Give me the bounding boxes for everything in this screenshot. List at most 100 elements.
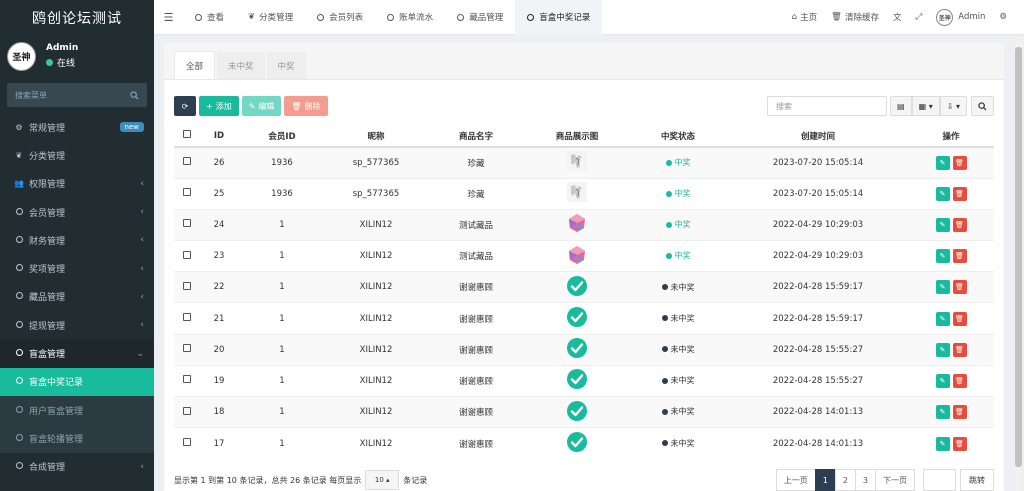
col-goods-image[interactable]: 商品展示图 bbox=[526, 125, 628, 148]
sidebar-item-11[interactable]: 盲盒轮播管理 bbox=[0, 424, 154, 453]
row-checkbox[interactable] bbox=[183, 281, 191, 290]
delete-row-button[interactable]: 🗑 bbox=[952, 280, 967, 295]
table-view-icon[interactable]: ▤ bbox=[890, 96, 912, 116]
row-checkbox[interactable] bbox=[183, 250, 191, 259]
settings-icon[interactable]: ⚙ bbox=[992, 12, 1014, 22]
delete-row-button[interactable]: 🗑 bbox=[952, 405, 967, 420]
check-circle-icon[interactable] bbox=[567, 369, 587, 392]
edit-row-button[interactable]: ✎ bbox=[935, 405, 950, 420]
search-input[interactable]: 搜索 bbox=[767, 96, 888, 116]
export-icon[interactable]: ⇩ ▾ bbox=[939, 96, 967, 116]
edit-row-button[interactable]: ✎ bbox=[935, 311, 950, 326]
check-circle-icon[interactable] bbox=[567, 400, 587, 424]
page-button-2[interactable]: 2 bbox=[834, 469, 856, 491]
row-checkbox[interactable] bbox=[183, 188, 191, 197]
sidebar-item-9[interactable]: 盲盒中奖记录 bbox=[0, 367, 154, 396]
sidebar-item-6[interactable]: 藏品管理 ‹ bbox=[0, 283, 154, 311]
refresh-button[interactable]: ⟳ bbox=[174, 96, 196, 116]
row-checkbox[interactable] bbox=[183, 375, 191, 384]
app-logo[interactable]: 鸥创论坛测试 bbox=[0, 0, 154, 35]
nav-tab-2[interactable]: 会员列表 bbox=[305, 0, 375, 35]
delete-row-button[interactable]: 🗑 bbox=[952, 311, 967, 326]
delete-row-button[interactable]: 🗑 bbox=[952, 342, 967, 357]
check-circle-icon[interactable] bbox=[567, 307, 587, 330]
fullscreen-icon[interactable]: ⤢ bbox=[908, 12, 929, 22]
edit-row-button[interactable]: ✎ bbox=[935, 186, 950, 201]
goods-thumbnail[interactable] bbox=[567, 213, 587, 236]
select-all-checkbox[interactable] bbox=[183, 130, 191, 138]
jump-button[interactable]: 跳转 bbox=[960, 469, 994, 491]
nav-tab-5[interactable]: 盲盒中奖记录 bbox=[515, 0, 603, 35]
delete-row-button[interactable]: 🗑 bbox=[952, 436, 967, 451]
menu-toggle-icon[interactable]: ☰ bbox=[154, 11, 183, 24]
sidebar-item-10[interactable]: 用户盲盒管理 bbox=[0, 395, 154, 425]
clear-cache-button[interactable]: 🗑 清除缓存 bbox=[824, 11, 886, 23]
delete-button[interactable]: 🗑 删除 bbox=[284, 96, 328, 116]
user-menu[interactable]: 圣神 Admin bbox=[929, 8, 992, 26]
col-goods-name[interactable]: 商品名字 bbox=[426, 125, 526, 148]
edit-row-button[interactable]: ✎ bbox=[935, 373, 950, 388]
row-checkbox[interactable] bbox=[183, 406, 191, 415]
tab-all[interactable]: 全部 bbox=[174, 51, 216, 79]
goods-thumbnail[interactable] bbox=[567, 151, 587, 174]
edit-row-button[interactable]: ✎ bbox=[935, 217, 950, 232]
tab-won[interactable]: 中奖 bbox=[266, 52, 306, 79]
page-button-3[interactable]: 3 bbox=[854, 469, 876, 491]
edit-row-button[interactable]: ✎ bbox=[935, 155, 950, 170]
edit-row-button[interactable]: ✎ bbox=[935, 436, 950, 451]
edit-row-button[interactable]: ✎ bbox=[935, 280, 950, 295]
nav-tab-0[interactable]: 查看 bbox=[183, 0, 236, 35]
sidebar-item-1[interactable]: ❦ 分类管理 bbox=[0, 141, 154, 169]
edit-row-button[interactable]: ✎ bbox=[935, 342, 950, 357]
sidebar-item-0[interactable]: ⚙ 常规管理 new bbox=[0, 113, 154, 141]
delete-row-button[interactable]: 🗑 bbox=[952, 217, 967, 232]
col-created[interactable]: 创建时间 bbox=[728, 125, 908, 148]
prev-page-button[interactable]: 上一页 bbox=[775, 469, 816, 491]
row-checkbox[interactable] bbox=[183, 219, 191, 228]
col-id[interactable]: ID bbox=[200, 125, 238, 148]
sidebar-item-8[interactable]: 盲盒管理 ⌄ bbox=[0, 339, 154, 368]
row-checkbox[interactable] bbox=[183, 313, 191, 322]
table-row[interactable]: 22 1 XILIN12 谢谢惠顾 未中奖 2022-04-28 15:59:17 ✎ 🗑 bbox=[174, 271, 994, 303]
sidebar-item-4[interactable]: 财务管理 ‹ bbox=[0, 226, 154, 254]
table-row[interactable]: 17 1 XILIN12 谢谢惠顾 未中奖 2022-04-28 14:01:13 ✎ 🗑 bbox=[174, 427, 994, 459]
sidebar-item-2[interactable]: 👥 权限管理 ‹ bbox=[0, 170, 154, 198]
sidebar-item-3[interactable]: 会员管理 ‹ bbox=[0, 198, 154, 226]
language-icon[interactable]: 文 bbox=[886, 11, 909, 23]
sidebar-item-12[interactable]: 合成管理 ‹ bbox=[0, 453, 154, 481]
row-checkbox[interactable] bbox=[183, 438, 191, 447]
check-circle-icon[interactable] bbox=[567, 338, 587, 361]
add-button[interactable]: + 添加 bbox=[199, 96, 239, 116]
next-page-button[interactable]: 下一页 bbox=[875, 469, 915, 491]
table-row[interactable]: 25 1936 sp_577365 珍藏 中奖 2023-07-20 15:05:14 ✎ 🗑 bbox=[174, 177, 994, 210]
check-circle-icon[interactable] bbox=[567, 275, 587, 299]
nav-tab-3[interactable]: 账单流水 bbox=[375, 0, 445, 35]
search-icon[interactable] bbox=[130, 90, 139, 100]
jump-page-input[interactable] bbox=[923, 469, 956, 491]
page-size-select[interactable]: 10 ▴ bbox=[365, 470, 400, 490]
table-row[interactable]: 19 1 XILIN12 谢谢惠顾 未中奖 2022-04-28 15:55:27 ✎ 🗑 bbox=[174, 364, 994, 397]
table-row[interactable]: 23 1 XILIN12 测试藏品 中奖 2022-04-29 10:29:03 ✎ 🗑 bbox=[174, 240, 994, 272]
columns-icon[interactable]: ▦ ▾ bbox=[911, 96, 940, 116]
col-member-id[interactable]: 会员ID bbox=[238, 125, 326, 148]
row-checkbox[interactable] bbox=[183, 344, 191, 353]
check-circle-icon[interactable] bbox=[567, 432, 587, 455]
delete-row-button[interactable]: 🗑 bbox=[952, 155, 967, 170]
col-status[interactable]: 中奖状态 bbox=[628, 125, 728, 148]
table-row[interactable]: 26 1936 sp_577365 珍藏 中奖 2023-07-20 15:05:14 ✎ 🗑 bbox=[174, 146, 994, 179]
goods-thumbnail[interactable] bbox=[567, 182, 587, 205]
table-row[interactable]: 18 1 XILIN12 谢谢惠顾 未中奖 2022-04-28 14:01:13 ✎ 🗑 bbox=[174, 395, 994, 428]
sidebar-search-input[interactable]: 搜索菜单 bbox=[7, 83, 147, 107]
nav-tab-4[interactable]: 藏品管理 bbox=[445, 0, 515, 35]
scrollbar-thumb[interactable] bbox=[1015, 47, 1022, 467]
sidebar-item-5[interactable]: 奖项管理 ‹ bbox=[0, 254, 154, 282]
tab-not-won[interactable]: 未中奖 bbox=[217, 52, 265, 79]
table-row[interactable]: 20 1 XILIN12 谢谢惠顾 未中奖 2022-04-28 15:55:27 ✎ 🗑 bbox=[174, 333, 994, 366]
edit-button[interactable]: ✎ 编辑 bbox=[241, 96, 282, 116]
delete-row-button[interactable]: 🗑 bbox=[952, 249, 967, 264]
row-checkbox[interactable] bbox=[183, 157, 191, 166]
edit-row-button[interactable]: ✎ bbox=[935, 249, 950, 264]
table-row[interactable]: 21 1 XILIN12 谢谢惠顾 未中奖 2022-04-28 15:59:17 ✎ 🗑 bbox=[174, 302, 994, 335]
delete-row-button[interactable]: 🗑 bbox=[952, 373, 967, 388]
goods-thumbnail[interactable] bbox=[567, 245, 587, 268]
